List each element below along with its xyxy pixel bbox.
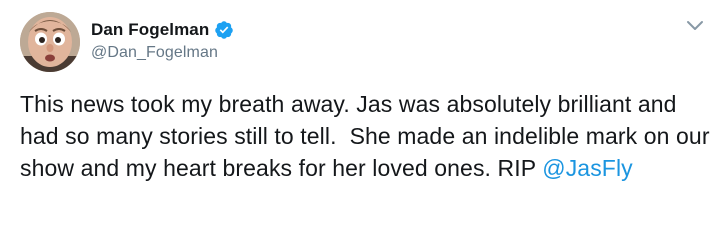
mention-link[interactable]: @JasFly xyxy=(542,155,633,181)
tweet-card: Dan Fogelman @Dan_Fogelman This news too… xyxy=(0,0,720,246)
tweet-text: This news took my breath away. Jas was a… xyxy=(20,88,710,184)
verified-badge-icon xyxy=(214,20,234,40)
author-handle[interactable]: @Dan_Fogelman xyxy=(91,44,218,62)
chevron-down-icon[interactable] xyxy=(686,18,704,32)
avatar[interactable] xyxy=(20,12,80,72)
author-display-name[interactable]: Dan Fogelman xyxy=(91,20,209,40)
avatar-image xyxy=(20,12,80,72)
author-name-row: Dan Fogelman xyxy=(91,18,234,42)
